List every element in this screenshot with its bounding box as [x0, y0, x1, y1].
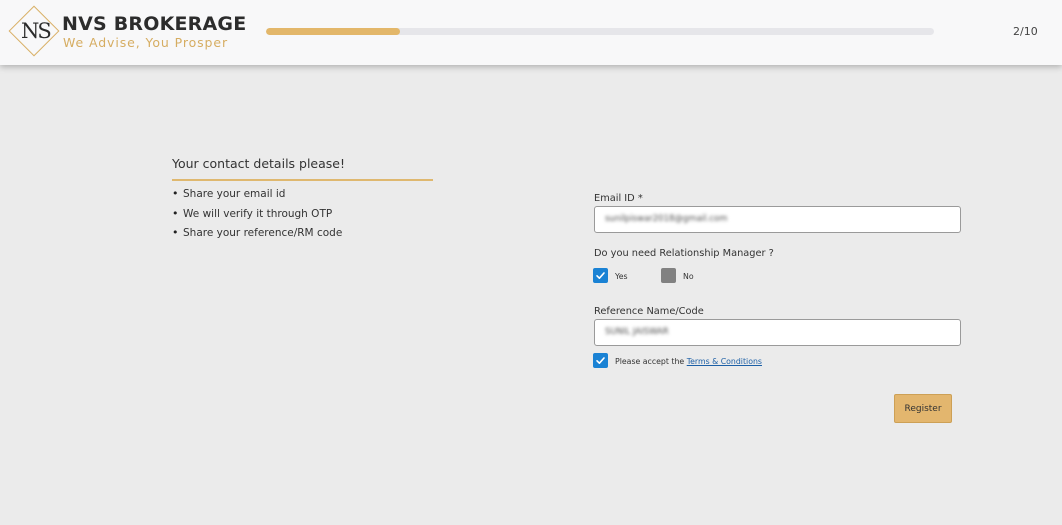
rm-yes-label: Yes [615, 272, 628, 281]
checkmark-icon [596, 357, 605, 364]
brand-name: NVS BROKERAGE [62, 13, 247, 35]
heading-underline [172, 179, 433, 181]
logo-mark: NS [21, 19, 52, 43]
email-value: sunilpiswar2018@gmail.com [605, 214, 728, 224]
brand-logo[interactable]: NS NVS BROKERAGE We Advise, You Prosper [8, 5, 246, 60]
terms-link[interactable]: Terms & Conditions [687, 357, 762, 366]
progress-bar-fill [266, 28, 400, 35]
instruction-list: Share your email id We will verify it th… [172, 186, 342, 245]
list-item: Share your reference/RM code [172, 225, 342, 245]
rm-no-label: No [683, 272, 694, 281]
rm-question-label: Do you need Relationship Manager ? [594, 248, 774, 259]
step-counter: 2/10 [1013, 25, 1038, 38]
progress-bar [266, 28, 934, 35]
brand-tagline: We Advise, You Prosper [63, 35, 229, 50]
reference-value: SUNIL JAISWAR [605, 327, 669, 337]
reference-field[interactable]: SUNIL JAISWAR [594, 319, 961, 346]
list-item: Share your email id [172, 186, 342, 206]
checkmark-icon [596, 272, 605, 279]
terms-text: Please accept the Terms & Conditions [615, 357, 762, 366]
terms-checkbox[interactable] [593, 353, 608, 368]
list-item: We will verify it through OTP [172, 206, 342, 226]
terms-prefix: Please accept the [615, 357, 685, 366]
email-field[interactable]: sunilpiswar2018@gmail.com [594, 206, 961, 233]
rm-yes-checkbox[interactable] [593, 268, 608, 283]
reference-label: Reference Name/Code [594, 306, 704, 317]
section-heading: Your contact details please! [172, 156, 345, 171]
rm-no-checkbox[interactable] [661, 268, 676, 283]
top-header: NS NVS BROKERAGE We Advise, You Prosper … [0, 0, 1062, 65]
register-button[interactable]: Register [894, 394, 952, 423]
email-label: Email ID * [594, 193, 643, 204]
